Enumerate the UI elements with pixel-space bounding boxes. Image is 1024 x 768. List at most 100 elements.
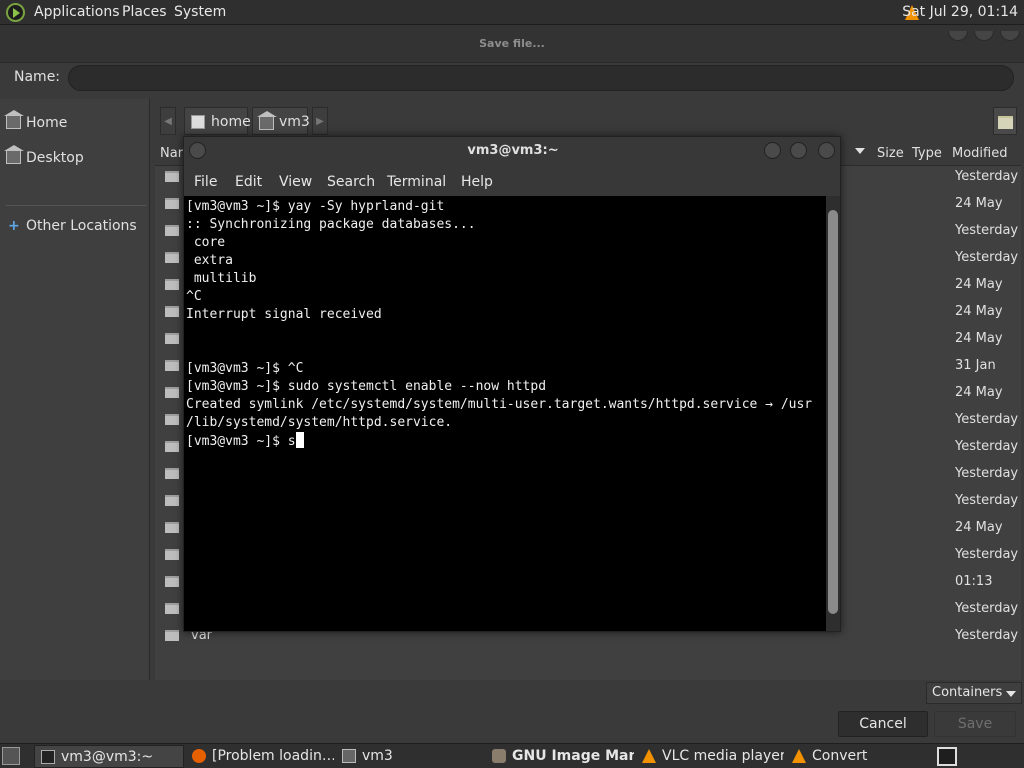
terminal-scrollbar[interactable]	[826, 196, 840, 631]
folder-icon	[165, 252, 179, 263]
home-folder-icon	[342, 749, 356, 763]
task-terminal[interactable]: vm3@vm3:~	[34, 745, 184, 768]
menu-system[interactable]: System	[174, 0, 226, 25]
file-row-modified: 24 May	[955, 277, 1003, 292]
file-row-modified: Yesterday	[955, 169, 1019, 184]
folder-icon	[165, 387, 179, 398]
gimp-icon	[492, 749, 506, 763]
path-bar: ◀ home vm3 ▶	[160, 107, 340, 135]
file-row-modified: 24 May	[955, 196, 1003, 211]
place-desktop[interactable]: Desktop	[4, 145, 146, 169]
folder-icon	[165, 171, 179, 182]
terminal-line: /lib/systemd/system/httpd.service.	[186, 415, 453, 430]
workspace-switcher[interactable]	[937, 747, 957, 766]
folder-icon	[165, 306, 179, 317]
plus-icon: +	[8, 218, 20, 234]
path-back-arrow[interactable]: ◀	[160, 107, 176, 135]
folder-icon	[165, 414, 179, 425]
filename-input[interactable]	[68, 65, 1014, 91]
name-label: Name:	[14, 69, 61, 85]
terminal-menu-help[interactable]: Help	[461, 174, 493, 190]
dialog-titlebar[interactable]: Save file...	[0, 25, 1024, 63]
terminal-window[interactable]: vm3@vm3:~ File Edit View Search Terminal…	[183, 136, 841, 632]
task-convert-label: Convert	[812, 748, 868, 764]
folder-icon	[165, 198, 179, 209]
place-other-locations[interactable]: + Other Locations	[6, 215, 146, 237]
folder-icon	[165, 333, 179, 344]
terminal-line: Created symlink /etc/systemd/system/mult…	[186, 397, 813, 412]
terminal-line: [vm3@vm3 ~]$ sudo systemctl enable --now…	[186, 379, 547, 394]
menu-applications[interactable]: Applications	[34, 0, 120, 25]
file-row-modified: Yesterday	[955, 628, 1019, 643]
terminal-icon	[41, 750, 55, 764]
file-row-modified: 31 Jan	[955, 358, 996, 373]
drive-icon	[191, 115, 205, 129]
terminal-menu-view[interactable]: View	[279, 174, 312, 190]
column-size[interactable]: Size	[877, 146, 904, 161]
column-name[interactable]: Nar	[160, 146, 183, 161]
text-cursor	[295, 432, 304, 448]
task-gimp[interactable]: GNU Image Man…	[486, 745, 634, 768]
clock[interactable]: Sat Jul 29, 01:14	[902, 0, 1018, 25]
path-crumb-vm3[interactable]: vm3	[252, 107, 310, 135]
terminal-minimize-button[interactable]	[764, 142, 781, 159]
new-folder-button[interactable]	[993, 107, 1017, 135]
dialog-title: Save file...	[479, 37, 545, 50]
folder-icon	[165, 630, 179, 641]
vlc-icon	[642, 749, 656, 763]
terminal-menubar: File Edit View Search Terminal Help	[184, 169, 842, 195]
task-convert[interactable]: Convert	[786, 745, 926, 768]
cancel-button[interactable]: Cancel	[838, 711, 928, 737]
file-row-modified: Yesterday	[955, 412, 1019, 427]
task-home-folder-label: vm3	[362, 748, 393, 764]
folder-icon	[165, 549, 179, 560]
file-row-modified: 24 May	[955, 520, 1003, 535]
path-forward-arrow[interactable]: ▶	[312, 107, 328, 135]
file-row-modified: Yesterday	[955, 466, 1019, 481]
file-row-modified: Yesterday	[955, 439, 1019, 454]
task-vlc-label: VLC media player	[662, 748, 784, 764]
place-home[interactable]: Home	[4, 110, 146, 134]
terminal-screen[interactable]: [vm3@vm3 ~]$ yay -Sy hyprland-git:: Sync…	[184, 196, 826, 631]
terminal-line: core	[186, 235, 226, 250]
places-sidebar: Home Desktop + Other Locations	[0, 99, 150, 680]
terminal-scrollbar-thumb[interactable]	[828, 210, 838, 614]
chevron-down-icon	[1006, 691, 1016, 697]
terminal-menu-file[interactable]: File	[194, 174, 217, 190]
path-crumb-home[interactable]: home	[184, 107, 251, 135]
column-type[interactable]: Type	[912, 146, 942, 161]
menu-places[interactable]: Places	[122, 0, 167, 25]
show-desktop-icon[interactable]	[2, 747, 20, 765]
terminal-prompt-text: [vm3@vm3 ~]$ s	[186, 434, 296, 449]
terminal-title: vm3@vm3:~	[467, 143, 559, 158]
terminal-menu-edit[interactable]: Edit	[235, 174, 262, 190]
terminal-line: [vm3@vm3 ~]$ yay -Sy hyprland-git	[186, 199, 445, 214]
task-vlc[interactable]: VLC media player	[636, 745, 784, 768]
terminal-close-button[interactable]	[818, 142, 835, 159]
file-row-modified: 24 May	[955, 385, 1003, 400]
file-row-modified: Yesterday	[955, 601, 1019, 616]
task-firefox-label: [Problem loadin…	[212, 748, 334, 764]
task-firefox[interactable]: [Problem loadin…	[186, 745, 334, 768]
terminal-maximize-button[interactable]	[790, 142, 807, 159]
containers-dropdown[interactable]: Containers	[926, 682, 1022, 704]
path-crumb-home-label: home	[211, 114, 251, 130]
folder-icon	[165, 279, 179, 290]
mate-logo-icon[interactable]	[6, 3, 25, 22]
vlc-icon	[792, 749, 806, 763]
terminal-line: :: Synchronizing package databases...	[186, 217, 476, 232]
terminal-menu-terminal[interactable]: Terminal	[387, 174, 446, 190]
places-divider	[6, 205, 146, 206]
folder-icon	[165, 603, 179, 614]
save-button[interactable]: Save	[934, 711, 1016, 737]
folder-icon	[165, 360, 179, 371]
terminal-menu-search[interactable]: Search	[327, 174, 375, 190]
sort-arrow-icon[interactable]	[855, 148, 865, 154]
firefox-icon	[192, 749, 206, 763]
path-crumb-vm3-label: vm3	[279, 114, 310, 130]
column-modified[interactable]: Modified	[952, 146, 1007, 161]
terminal-line: multilib	[186, 271, 257, 286]
file-row-modified: Yesterday	[955, 223, 1019, 238]
file-row-modified: Yesterday	[955, 547, 1019, 562]
task-home-folder[interactable]: vm3	[336, 745, 484, 768]
